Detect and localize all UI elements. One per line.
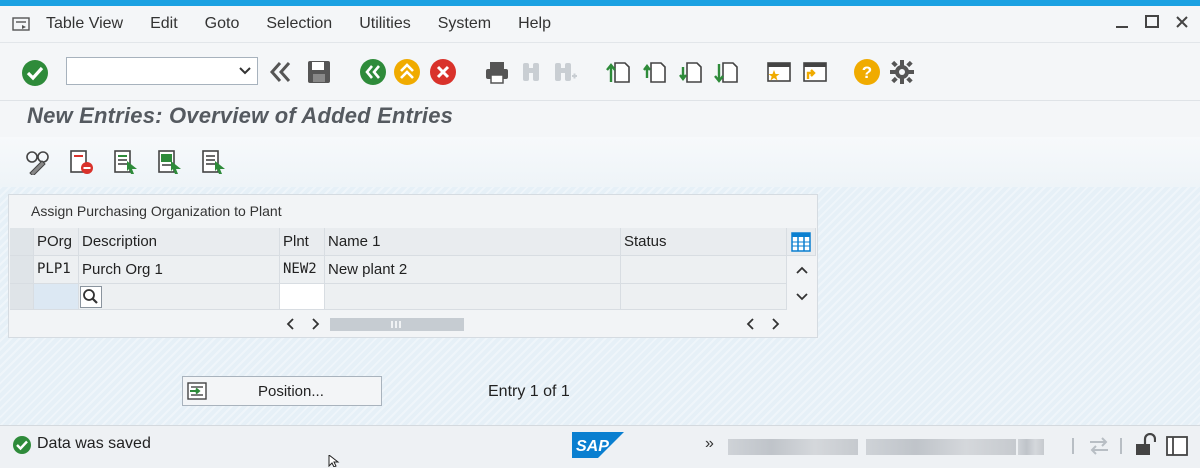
separator-icon: [1120, 438, 1122, 454]
separator-icon: [1072, 438, 1074, 454]
print-icon[interactable]: [482, 57, 512, 87]
maximize-icon[interactable]: [1144, 14, 1160, 30]
find-next-icon[interactable]: [550, 57, 580, 87]
scroll-down-icon[interactable]: [796, 292, 808, 302]
menu-selection[interactable]: Selection: [266, 15, 332, 33]
enter-icon[interactable]: [20, 58, 50, 88]
title-bar: New Entries: Overview of Added Entries: [0, 101, 1200, 137]
row-selector[interactable]: [10, 256, 34, 284]
help-icon[interactable]: ?: [852, 57, 882, 87]
select-all-icon[interactable]: [112, 149, 138, 175]
table-cell-porg: PLP1: [34, 256, 79, 284]
menu-goto[interactable]: Goto: [205, 15, 240, 33]
deselect-all-icon[interactable]: [200, 149, 226, 175]
back-green-icon[interactable]: [358, 57, 388, 87]
row-selector[interactable]: [10, 284, 34, 310]
table-cell-description: Purch Org 1: [79, 256, 280, 284]
select-block-icon[interactable]: [156, 149, 182, 175]
table-cell-name1: New plant 2: [325, 256, 621, 284]
svg-text:?: ?: [862, 63, 872, 82]
success-icon: [13, 436, 31, 454]
display-change-icon[interactable]: [24, 149, 50, 175]
layout-icon[interactable]: [1166, 436, 1188, 456]
status-bar: Data was saved SAP »: [0, 425, 1200, 468]
shortcut-icon[interactable]: [800, 57, 830, 87]
system-info-redacted: [728, 439, 858, 455]
page-title: New Entries: Overview of Added Entries: [27, 103, 454, 128]
menu-system[interactable]: System: [438, 15, 491, 33]
status-expand-marker[interactable]: »: [705, 435, 714, 453]
command-field[interactable]: [66, 57, 258, 85]
exit-icon[interactable]: [392, 57, 422, 87]
window-controls: [1114, 14, 1190, 30]
minimize-icon[interactable]: [1114, 14, 1130, 30]
back-icon[interactable]: [266, 57, 296, 87]
find-icon[interactable]: [516, 57, 546, 87]
previous-page-icon[interactable]: [640, 57, 670, 87]
position-icon: [187, 382, 207, 400]
scroll-left-icon[interactable]: [746, 318, 756, 330]
entry-counter: Entry 1 of 1: [488, 383, 570, 400]
scroll-right-icon[interactable]: [310, 318, 320, 330]
menu-utilities[interactable]: Utilities: [359, 15, 411, 33]
menu-table-view[interactable]: Table View: [46, 15, 123, 33]
horizontal-scrollbar[interactable]: [330, 318, 464, 331]
search-icon: [83, 289, 98, 304]
next-page-icon[interactable]: [676, 57, 706, 87]
delete-row-icon[interactable]: [68, 149, 94, 175]
table-cell-plnt: NEW2: [280, 256, 325, 284]
lock-icon[interactable]: [1134, 433, 1156, 457]
chevron-down-icon[interactable]: [239, 64, 251, 76]
table-cell-status: [621, 256, 787, 284]
column-header-name1[interactable]: Name 1: [325, 228, 621, 256]
status-message: Data was saved: [37, 435, 151, 452]
table-settings-button[interactable]: [787, 228, 816, 256]
connection-icon[interactable]: [1088, 436, 1110, 456]
scroll-grip-icon: [391, 321, 401, 328]
application-toolbar: [0, 137, 1200, 187]
system-info-redacted: [1018, 439, 1044, 455]
first-page-icon[interactable]: [604, 57, 634, 87]
menu-help[interactable]: Help: [518, 15, 551, 33]
app-menu-icon[interactable]: [12, 17, 30, 31]
position-button-label: Position...: [258, 383, 324, 400]
plnt-input[interactable]: [280, 284, 325, 310]
table-cell-status: [621, 284, 787, 310]
system-info-redacted: [866, 439, 1016, 455]
scroll-right-icon[interactable]: [770, 318, 780, 330]
last-page-icon[interactable]: [712, 57, 742, 87]
create-session-icon[interactable]: [764, 57, 794, 87]
table-caption: Assign Purchasing Organization to Plant: [31, 203, 282, 219]
save-icon[interactable]: [304, 57, 334, 87]
scroll-left-icon[interactable]: [286, 318, 296, 330]
value-help-button[interactable]: [80, 286, 102, 308]
table-cell-description: [79, 284, 280, 310]
column-header-porg[interactable]: POrg: [34, 228, 79, 256]
menu-edit[interactable]: Edit: [150, 15, 178, 33]
customize-icon[interactable]: [887, 57, 917, 87]
column-header-description[interactable]: Description: [79, 228, 280, 256]
position-button[interactable]: Position...: [182, 376, 382, 406]
porg-input[interactable]: [34, 284, 79, 310]
sap-logo-icon: SAP: [572, 432, 624, 458]
table-settings-icon: [791, 232, 811, 252]
row-selector-header[interactable]: [10, 228, 34, 256]
close-icon[interactable]: [1174, 14, 1190, 30]
menu-bar: Table View Edit Goto Selection Utilities…: [0, 6, 1200, 43]
column-header-plnt[interactable]: Plnt: [280, 228, 325, 256]
column-header-status[interactable]: Status: [621, 228, 787, 256]
table-cell-name1: [325, 284, 621, 310]
scroll-up-icon[interactable]: [796, 265, 808, 275]
mouse-cursor-icon: [328, 455, 340, 467]
svg-text:SAP: SAP: [576, 438, 609, 455]
cancel-icon[interactable]: [428, 57, 458, 87]
